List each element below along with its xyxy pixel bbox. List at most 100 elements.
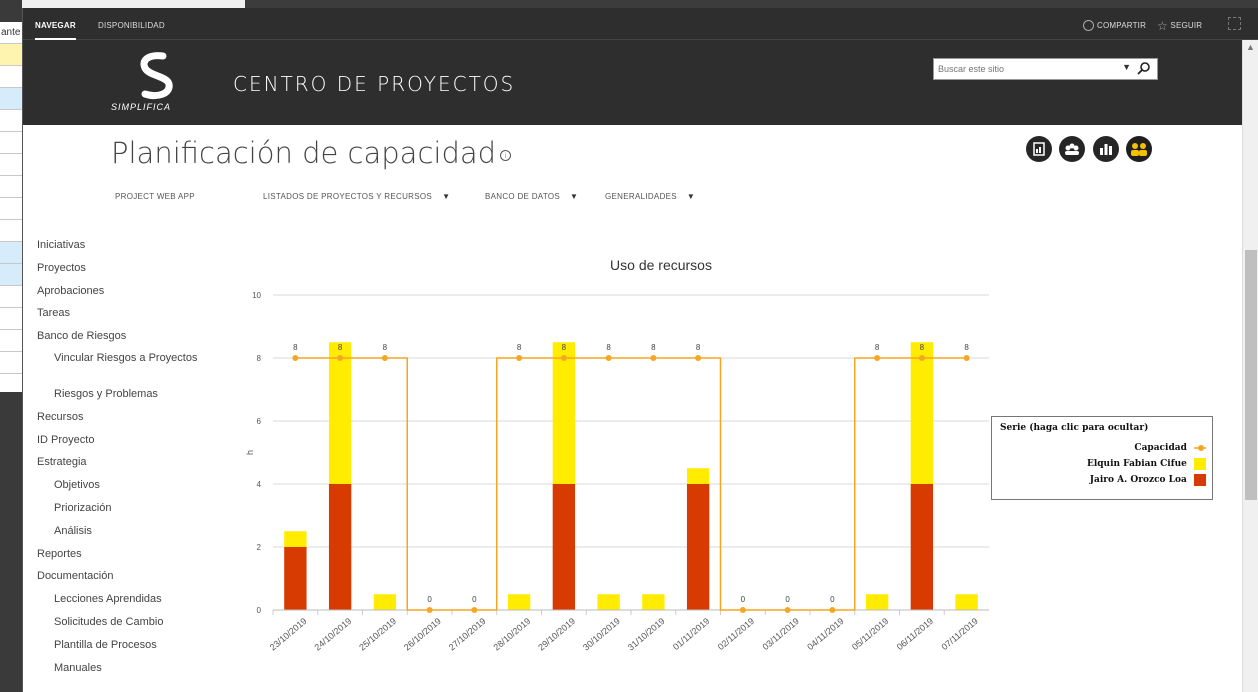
team-icon[interactable] (1059, 136, 1086, 162)
follow-label: SEGUIR (1170, 21, 1203, 31)
nav-item[interactable]: Proyectos (37, 257, 207, 280)
nav-item[interactable]: Iniciativas (37, 234, 207, 257)
nav-item[interactable]: Objetivos (37, 474, 207, 497)
capacity-data-label: 8 (293, 343, 298, 352)
x-tick-label: 29/10/2019 (536, 616, 577, 653)
nav-disponibilidad[interactable]: DISPONIBILIDAD (98, 8, 165, 40)
capacity-point (963, 355, 970, 361)
nav-item[interactable]: Tareas (37, 302, 207, 325)
nav-item[interactable]: Recursos (37, 406, 207, 429)
x-tick-label: 04/11/2019 (805, 616, 845, 652)
bar-segment (955, 594, 978, 610)
background-window-top (0, 0, 1258, 8)
y-tick-label: 6 (257, 417, 262, 426)
capacity-point (426, 607, 433, 613)
topnav-project-web-app[interactable]: PROJECT WEB APP (115, 192, 195, 201)
scrollbar-thumb[interactable] (1245, 250, 1257, 500)
capacity-data-label: 0 (830, 595, 835, 604)
x-tick-label: 05/11/2019 (850, 616, 890, 652)
capacity-data-label: 0 (427, 595, 432, 604)
topnav-listados[interactable]: LISTADOS DE PROYECTOS Y RECURSOS ▼ (263, 192, 450, 201)
capacity-data-label: 8 (964, 343, 969, 352)
nav-navegar[interactable]: NAVEGAR (35, 8, 76, 40)
capacity-point (560, 355, 567, 361)
bar-segment (597, 594, 620, 610)
nav-item[interactable]: Banco de Riesgos (37, 325, 207, 348)
bar-segment (686, 468, 710, 484)
x-tick-label: 25/10/2019 (357, 616, 398, 653)
capacity-icon[interactable] (1126, 136, 1153, 162)
capacity-point (471, 607, 478, 613)
info-icon[interactable]: i (500, 149, 512, 161)
brand-bar: SIMPLIFICA CENTRO DE PROYECTOS ▼ (23, 40, 1258, 125)
nav-item[interactable]: Solicitudes de Cambio (37, 611, 207, 634)
nav-item[interactable]: Riesgos y Problemas (37, 383, 207, 406)
share-icon (1083, 20, 1094, 32)
legend-swatch (1194, 473, 1206, 486)
legend-item-elquin[interactable]: Elquin Fabian Cifue (1087, 457, 1206, 471)
legend-label: Elquin Fabian Cifue (1086, 459, 1187, 469)
capacity-data-label: 8 (383, 343, 388, 352)
capacity-point (784, 607, 791, 613)
suite-bar: NAVEGAR DISPONIBILIDAD COMPARTIR ☆ SEGUI… (23, 8, 1258, 40)
bar-segment (373, 594, 397, 610)
nav-item[interactable]: Documentación (37, 565, 207, 588)
capacity-point (605, 355, 612, 361)
chart-title: Uso de recursos (610, 257, 712, 273)
capacity-point (695, 355, 702, 361)
nav-item[interactable]: Reportes (37, 543, 207, 566)
background-spreadsheet: ante (0, 22, 22, 392)
chevron-down-icon: ▼ (686, 192, 696, 201)
legend-swatch (1194, 457, 1206, 470)
y-tick-label: 4 (257, 480, 262, 489)
bar-segment (284, 547, 307, 610)
vertical-scrollbar[interactable]: ▲ (1242, 40, 1258, 692)
bar-segment (686, 484, 710, 610)
capacity-point (829, 607, 836, 613)
scroll-up-icon[interactable]: ▲ (1246, 42, 1255, 52)
bar-segment (328, 342, 352, 484)
report-icon[interactable] (1026, 136, 1052, 162)
capacity-point (516, 355, 523, 361)
nav-item[interactable]: ID Proyecto (37, 429, 207, 452)
capacity-point (650, 355, 657, 361)
topnav-generalidades[interactable]: GENERALIDADES ▼ (605, 192, 695, 201)
search-icon[interactable] (1137, 61, 1151, 75)
topnav-banco-datos[interactable]: BANCO DE DATOS ▼ (485, 192, 578, 201)
capacity-point (337, 355, 344, 361)
y-tick-label: 0 (257, 606, 262, 615)
legend-item-jairo[interactable]: Jairo A. Orozco Loa (1090, 473, 1206, 487)
capacity-point (918, 355, 925, 361)
y-axis-label: h (245, 450, 255, 455)
topnav-listados-label: LISTADOS DE PROYECTOS Y RECURSOS (263, 192, 433, 201)
search-scope-dropdown-icon[interactable]: ▼ (1122, 62, 1131, 72)
action-icons (1026, 136, 1155, 167)
capacity-data-label: 8 (696, 343, 701, 352)
nav-item[interactable]: Aprobaciones (37, 280, 207, 303)
nav-item[interactable]: Estrategia (37, 451, 207, 474)
bar-segment (552, 484, 576, 610)
focus-icon[interactable] (1228, 17, 1241, 30)
follow-link[interactable]: ☆ SEGUIR (1157, 8, 1202, 40)
nav-item[interactable]: Priorización (37, 497, 207, 520)
nav-item[interactable]: Manuales (37, 657, 207, 680)
nav-item[interactable]: Plantilla de Procesos (37, 634, 207, 657)
capacity-point (292, 355, 299, 361)
capacity-data-label: 8 (651, 343, 656, 352)
bar-chart-icon[interactable] (1092, 136, 1119, 162)
x-tick-label: 30/10/2019 (581, 616, 622, 653)
search-input[interactable] (934, 59, 1104, 79)
share-label: COMPARTIR (1097, 21, 1147, 30)
chart-legend[interactable]: Serie (haga clic para ocultar) Capacidad… (991, 416, 1213, 500)
nav-item[interactable]: Análisis (37, 520, 207, 543)
nav-item[interactable]: Lecciones Aprendidas (37, 588, 207, 611)
site-title: CENTRO DE PROYECTOS (233, 72, 516, 96)
capacity-point (739, 607, 746, 613)
x-tick-label: 06/11/2019 (895, 616, 935, 652)
share-link[interactable]: COMPARTIR (1083, 8, 1146, 40)
background-cell: ante (0, 22, 22, 44)
legend-item-capacidad[interactable]: Capacidad (1134, 441, 1206, 455)
y-tick-label: 10 (252, 291, 261, 300)
nav-item[interactable]: Vincular Riesgos a Proyectos (37, 348, 207, 383)
capacity-data-label: 8 (606, 343, 611, 352)
